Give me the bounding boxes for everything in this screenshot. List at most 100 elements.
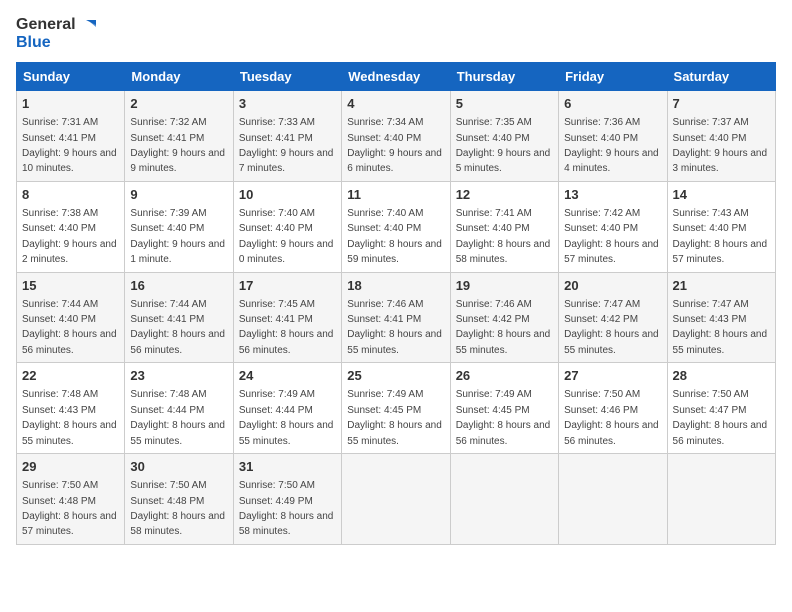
day-number: 15: [22, 277, 119, 295]
day-cell-5: 5 Sunrise: 7:35 AMSunset: 4:40 PMDaylight…: [450, 91, 558, 182]
day-header-saturday: Saturday: [667, 63, 775, 91]
day-cell-15: 15Sunrise: 7:44 AMSunset: 4:40 PMDayligh…: [17, 272, 125, 363]
day-header-wednesday: Wednesday: [342, 63, 450, 91]
day-cell-23: 23 Sunrise: 7:48 AMSunset: 4:44 PMDayligh…: [125, 363, 233, 454]
day-info: Sunrise: 7:35 AMSunset: 4:40 PMDaylight:…: [456, 117, 551, 174]
day-number: 11: [347, 186, 444, 204]
day-info: Sunrise: 7:50 AMSunset: 4:47 PMDaylight:…: [673, 389, 768, 446]
day-info: Sunrise: 7:42 AMSunset: 4:40 PMDaylight:…: [564, 208, 659, 265]
day-cell-7: 7 Sunrise: 7:37 AMSunset: 4:40 PMDaylight…: [667, 91, 775, 182]
day-number: 31: [239, 458, 336, 476]
day-info: Sunrise: 7:48 AMSunset: 4:44 PMDaylight:…: [130, 389, 225, 446]
day-info: Sunrise: 7:43 AMSunset: 4:40 PMDaylight:…: [673, 208, 768, 265]
day-number: 1: [22, 95, 119, 113]
empty-cell: [450, 454, 558, 545]
day-header-sunday: Sunday: [17, 63, 125, 91]
day-info: Sunrise: 7:34 AMSunset: 4:40 PMDaylight:…: [347, 117, 442, 174]
day-cell-12: 12 Sunrise: 7:41 AMSunset: 4:40 PMDayligh…: [450, 181, 558, 272]
day-number: 9: [130, 186, 227, 204]
day-cell-26: 26 Sunrise: 7:49 AMSunset: 4:45 PMDayligh…: [450, 363, 558, 454]
day-cell-27: 27 Sunrise: 7:50 AMSunset: 4:46 PMDayligh…: [559, 363, 667, 454]
day-info: Sunrise: 7:45 AMSunset: 4:41 PMDaylight:…: [239, 299, 334, 356]
day-header-thursday: Thursday: [450, 63, 558, 91]
day-cell-19: 19 Sunrise: 7:46 AMSunset: 4:42 PMDayligh…: [450, 272, 558, 363]
day-info: Sunrise: 7:36 AMSunset: 4:40 PMDaylight:…: [564, 117, 659, 174]
day-cell-31: 31Sunrise: 7:50 AMSunset: 4:49 PMDayligh…: [233, 454, 341, 545]
empty-cell: [559, 454, 667, 545]
day-cell-9: 9 Sunrise: 7:39 AMSunset: 4:40 PMDaylight…: [125, 181, 233, 272]
day-header-friday: Friday: [559, 63, 667, 91]
empty-cell: [667, 454, 775, 545]
header-row: SundayMondayTuesdayWednesdayThursdayFrid…: [17, 63, 776, 91]
day-number: 16: [130, 277, 227, 295]
day-number: 28: [673, 367, 770, 385]
calendar-week-row: 1Sunrise: 7:31 AMSunset: 4:41 PMDaylight…: [17, 91, 776, 182]
logo-blue: Blue: [16, 34, 51, 52]
day-number: 25: [347, 367, 444, 385]
logo: General Blue: [16, 16, 98, 52]
day-info: Sunrise: 7:32 AMSunset: 4:41 PMDaylight:…: [130, 117, 225, 174]
day-number: 27: [564, 367, 661, 385]
day-number: 18: [347, 277, 444, 295]
day-info: Sunrise: 7:41 AMSunset: 4:40 PMDaylight:…: [456, 208, 551, 265]
day-cell-8: 8Sunrise: 7:38 AMSunset: 4:40 PMDaylight…: [17, 181, 125, 272]
day-cell-17: 17 Sunrise: 7:45 AMSunset: 4:41 PMDayligh…: [233, 272, 341, 363]
day-number: 5: [456, 95, 553, 113]
day-cell-22: 22 Sunrise: 7:48 AMSunset: 4:43 PMDayligh…: [17, 363, 125, 454]
day-number: 14: [673, 186, 770, 204]
day-header-monday: Monday: [125, 63, 233, 91]
day-number: 23: [130, 367, 227, 385]
day-number: 6: [564, 95, 661, 113]
logo-text: General Blue: [16, 16, 98, 52]
day-cell-3: 3Sunrise: 7:33 AMSunset: 4:41 PMDaylight…: [233, 91, 341, 182]
day-info: Sunrise: 7:44 AMSunset: 4:41 PMDaylight:…: [130, 299, 225, 356]
day-info: Sunrise: 7:46 AMSunset: 4:42 PMDaylight:…: [456, 299, 551, 356]
day-info: Sunrise: 7:47 AMSunset: 4:43 PMDaylight:…: [673, 299, 768, 356]
day-info: Sunrise: 7:38 AMSunset: 4:40 PMDaylight:…: [22, 208, 117, 265]
day-number: 12: [456, 186, 553, 204]
day-cell-10: 10Sunrise: 7:40 AMSunset: 4:40 PMDayligh…: [233, 181, 341, 272]
day-number: 21: [673, 277, 770, 295]
day-cell-20: 20 Sunrise: 7:47 AMSunset: 4:42 PMDayligh…: [559, 272, 667, 363]
empty-cell: [342, 454, 450, 545]
day-cell-2: 2 Sunrise: 7:32 AMSunset: 4:41 PMDaylight…: [125, 91, 233, 182]
calendar-week-row: 15Sunrise: 7:44 AMSunset: 4:40 PMDayligh…: [17, 272, 776, 363]
day-cell-6: 6 Sunrise: 7:36 AMSunset: 4:40 PMDaylight…: [559, 91, 667, 182]
day-number: 3: [239, 95, 336, 113]
day-number: 17: [239, 277, 336, 295]
day-info: Sunrise: 7:50 AMSunset: 4:46 PMDaylight:…: [564, 389, 659, 446]
day-cell-4: 4 Sunrise: 7:34 AMSunset: 4:40 PMDaylight…: [342, 91, 450, 182]
day-number: 26: [456, 367, 553, 385]
day-info: Sunrise: 7:50 AMSunset: 4:48 PMDaylight:…: [22, 480, 117, 537]
day-cell-14: 14 Sunrise: 7:43 AMSunset: 4:40 PMDayligh…: [667, 181, 775, 272]
day-number: 10: [239, 186, 336, 204]
day-info: Sunrise: 7:39 AMSunset: 4:40 PMDaylight:…: [130, 208, 225, 265]
day-cell-18: 18Sunrise: 7:46 AMSunset: 4:41 PMDayligh…: [342, 272, 450, 363]
logo-general: General: [16, 16, 76, 34]
day-number: 24: [239, 367, 336, 385]
calendar-week-row: 22 Sunrise: 7:48 AMSunset: 4:43 PMDayligh…: [17, 363, 776, 454]
day-cell-1: 1Sunrise: 7:31 AMSunset: 4:41 PMDaylight…: [17, 91, 125, 182]
day-cell-21: 21 Sunrise: 7:47 AMSunset: 4:43 PMDayligh…: [667, 272, 775, 363]
day-number: 20: [564, 277, 661, 295]
calendar-week-row: 29Sunrise: 7:50 AMSunset: 4:48 PMDayligh…: [17, 454, 776, 545]
day-cell-16: 16 Sunrise: 7:44 AMSunset: 4:41 PMDayligh…: [125, 272, 233, 363]
day-number: 22: [22, 367, 119, 385]
day-cell-25: 25Sunrise: 7:49 AMSunset: 4:45 PMDayligh…: [342, 363, 450, 454]
day-number: 30: [130, 458, 227, 476]
day-number: 13: [564, 186, 661, 204]
day-number: 2: [130, 95, 227, 113]
day-info: Sunrise: 7:48 AMSunset: 4:43 PMDaylight:…: [22, 389, 117, 446]
day-number: 4: [347, 95, 444, 113]
day-info: Sunrise: 7:40 AMSunset: 4:40 PMDaylight:…: [347, 208, 442, 265]
day-number: 7: [673, 95, 770, 113]
calendar-table: SundayMondayTuesdayWednesdayThursdayFrid…: [16, 62, 776, 545]
day-info: Sunrise: 7:37 AMSunset: 4:40 PMDaylight:…: [673, 117, 768, 174]
day-cell-29: 29Sunrise: 7:50 AMSunset: 4:48 PMDayligh…: [17, 454, 125, 545]
day-number: 19: [456, 277, 553, 295]
day-info: Sunrise: 7:47 AMSunset: 4:42 PMDaylight:…: [564, 299, 659, 356]
day-header-tuesday: Tuesday: [233, 63, 341, 91]
day-info: Sunrise: 7:50 AMSunset: 4:48 PMDaylight:…: [130, 480, 225, 537]
day-info: Sunrise: 7:49 AMSunset: 4:45 PMDaylight:…: [456, 389, 551, 446]
calendar-week-row: 8Sunrise: 7:38 AMSunset: 4:40 PMDaylight…: [17, 181, 776, 272]
